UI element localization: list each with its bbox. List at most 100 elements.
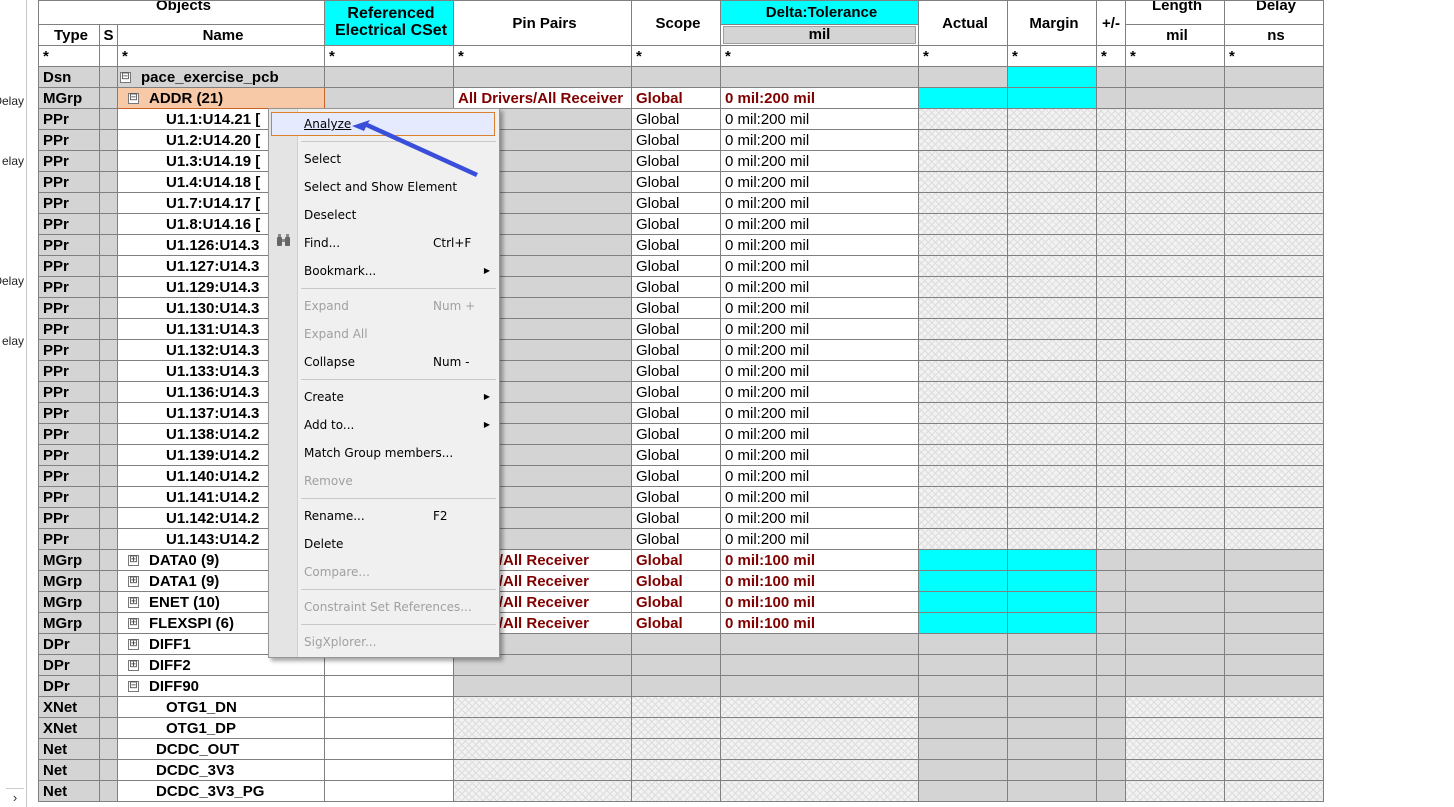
table-row[interactable]: PPr U1.7:U14.17 [Global 0 mil:200 mil (38, 192, 1324, 214)
table-row[interactable]: PPr U1.139:U14.2 Global 0 mil:200 mil (38, 444, 1324, 466)
filter-cell[interactable]: * (1224, 45, 1324, 67)
tolerance-cell[interactable]: 0 mil:200 mil (720, 234, 919, 256)
filter-cell[interactable] (99, 45, 118, 67)
scope-cell[interactable]: Global (631, 507, 721, 529)
table-row[interactable]: PPr U1.141:U14.2 Global 0 mil:200 mil (38, 486, 1324, 508)
tolerance-cell[interactable]: 0 mil:200 mil (720, 255, 919, 277)
name-cell[interactable]: DCDC_OUT (117, 738, 325, 760)
tolerance-cell[interactable]: 0 mil:200 mil (720, 528, 919, 550)
tolerance-cell[interactable]: 0 mil:100 mil (720, 591, 919, 613)
menu-item-deselect[interactable]: Deselect (304, 205, 494, 225)
table-row[interactable]: PPr U1.132:U14.3 Global 0 mil:200 mil (38, 339, 1324, 361)
tolerance-cell[interactable]: 0 mil:200 mil (720, 108, 919, 130)
scope-cell[interactable]: Global (631, 486, 721, 508)
menu-item-create[interactable]: Create ▶ (304, 387, 494, 407)
expand-icon[interactable]: ⊞ (128, 555, 139, 567)
table-row[interactable]: PPr U1.131:U14.3 Global 0 mil:200 mil (38, 318, 1324, 340)
tolerance-cell[interactable]: 0 mil:200 mil (720, 192, 919, 214)
name-cell[interactable]: ⊟ DIFF90 (117, 675, 325, 697)
table-row[interactable]: XNet OTG1_DP (38, 717, 1324, 739)
tolerance-cell[interactable]: 0 mil:200 mil (720, 423, 919, 445)
collapse-icon[interactable]: ⊟ (128, 93, 139, 105)
table-row[interactable]: Net DCDC_3V3 (38, 759, 1324, 781)
menu-item-bookmark[interactable]: Bookmark... ▶ (304, 261, 494, 281)
tolerance-cell[interactable]: 0 mil:200 mil (720, 360, 919, 382)
table-row[interactable]: XNet OTG1_DN (38, 696, 1324, 718)
s-header[interactable]: S (99, 24, 118, 46)
name-header[interactable]: Name (117, 24, 325, 46)
scope-cell[interactable]: Global (631, 423, 721, 445)
scope-cell[interactable]: Global (631, 234, 721, 256)
tolerance-cell[interactable]: 0 mil:200 mil (720, 339, 919, 361)
tolerance-cell[interactable]: 0 mil:200 mil (720, 276, 919, 298)
table-row[interactable]: Net DCDC_OUT (38, 738, 1324, 760)
tolerance-cell[interactable]: 0 mil:100 mil (720, 549, 919, 571)
filter-cell[interactable]: * (1007, 45, 1097, 67)
scope-cell[interactable]: Global (631, 255, 721, 277)
table-row[interactable]: PPr U1.142:U14.2 Global 0 mil:200 mil (38, 507, 1324, 529)
tolerance-cell[interactable]: 0 mil:200 mil (720, 171, 919, 193)
table-row[interactable]: PPr U1.3:U14.19 [Global 0 mil:200 mil (38, 150, 1324, 172)
table-row[interactable]: PPr U1.129:U14.3 Global 0 mil:200 mil (38, 276, 1324, 298)
scope-cell[interactable]: Global (631, 591, 721, 613)
expand-icon[interactable]: ⊟ (128, 681, 139, 693)
table-row[interactable]: DPr ⊞ DIFF1 (38, 633, 1324, 655)
tolerance-cell[interactable]: 0 mil:200 mil (720, 381, 919, 403)
expand-icon[interactable]: ⊞ (128, 618, 139, 630)
menu-item-analyze[interactable]: Analyze (304, 114, 494, 134)
scope-cell[interactable]: Global (631, 276, 721, 298)
filter-cell[interactable]: * (631, 45, 721, 67)
table-row[interactable]: PPr U1.1:U14.21 [Global 0 mil:200 mil (38, 108, 1324, 130)
name-cell[interactable]: OTG1_DN (117, 696, 325, 718)
tolerance-cell[interactable]: 0 mil:200 mil (720, 87, 919, 109)
pin-pairs-header[interactable]: Pin Pairs (453, 0, 632, 46)
menu-item-delete[interactable]: Delete (304, 534, 494, 554)
name-cell[interactable]: OTG1_DP (117, 717, 325, 739)
collapse-icon[interactable]: ⊟ (120, 72, 131, 84)
expand-icon[interactable]: ⊞ (128, 576, 139, 588)
tolerance-cell[interactable]: 0 mil:200 mil (720, 297, 919, 319)
tolerance-cell[interactable]: 0 mil:200 mil (720, 486, 919, 508)
tolerance-cell[interactable]: 0 mil:200 mil (720, 402, 919, 424)
table-row[interactable]: MGrp ⊞ DATA1 (9) rivers/All Receiver Global 0… (38, 570, 1324, 592)
table-row[interactable]: MGrp ⊟ ADDR (21) All Drivers/All Receiver… (38, 87, 1324, 109)
expand-icon[interactable]: ⊞ (128, 639, 139, 651)
scope-cell[interactable]: Global (631, 108, 721, 130)
table-row[interactable]: PPr U1.4:U14.18 [Global 0 mil:200 mil (38, 171, 1324, 193)
table-row[interactable]: PPr U1.127:U14.3 Global 0 mil:200 mil (38, 255, 1324, 277)
name-cell[interactable]: ⊟ ADDR (21) (117, 87, 325, 109)
menu-item-select-show[interactable]: Select and Show Element (304, 177, 494, 197)
scope-cell[interactable]: Global (631, 318, 721, 340)
table-row[interactable]: DPr ⊞ DIFF2 (38, 654, 1324, 676)
tolerance-cell[interactable]: 0 mil:200 mil (720, 444, 919, 466)
table-row[interactable]: PPr U1.2:U14.20 [Global 0 mil:200 mil (38, 129, 1324, 151)
plus-minus-header[interactable]: +/- (1096, 0, 1126, 46)
name-cell[interactable]: DCDC_3V3_PG (117, 780, 325, 802)
expand-icon[interactable]: ⊞ (128, 660, 139, 672)
table-row[interactable]: PPr U1.136:U14.3 Global 0 mil:200 mil (38, 381, 1324, 403)
scope-cell[interactable]: Global (631, 612, 721, 634)
scope-cell[interactable]: Global (631, 339, 721, 361)
scope-cell[interactable]: Global (631, 129, 721, 151)
expand-icon[interactable]: ⊞ (128, 597, 139, 609)
scope-cell[interactable]: Global (631, 171, 721, 193)
tolerance-cell[interactable]: 0 mil:200 mil (720, 318, 919, 340)
referenced-cset-header[interactable]: Referenced Electrical CSet (324, 0, 454, 46)
scope-cell[interactable]: Global (631, 465, 721, 487)
table-row[interactable]: PPr U1.138:U14.2 Global 0 mil:200 mil (38, 423, 1324, 445)
table-row[interactable]: PPr U1.133:U14.3 Global 0 mil:200 mil (38, 360, 1324, 382)
filter-cell[interactable]: * (38, 45, 100, 67)
table-row[interactable]: MGrp ⊞ FLEXSPI (6) rivers/All Receiver Globa… (38, 612, 1324, 634)
filter-cell[interactable]: * (720, 45, 919, 67)
actual-header[interactable]: Actual (918, 0, 1008, 46)
table-row[interactable]: MGrp ⊞ ENET (10) rivers/All Receiver Global 0… (38, 591, 1324, 613)
menu-item-match-group[interactable]: Match Group members... (304, 443, 494, 463)
margin-header[interactable]: Margin (1007, 0, 1097, 46)
scope-cell[interactable]: Global (631, 528, 721, 550)
scope-cell[interactable]: Global (631, 192, 721, 214)
menu-item-collapse[interactable]: Collapse Num - (304, 352, 494, 372)
scope-cell[interactable]: Global (631, 570, 721, 592)
tolerance-cell[interactable]: 0 mil:200 mil (720, 213, 919, 235)
scope-cell[interactable]: Global (631, 381, 721, 403)
table-row[interactable]: PPr U1.137:U14.3 Global 0 mil:200 mil (38, 402, 1324, 424)
